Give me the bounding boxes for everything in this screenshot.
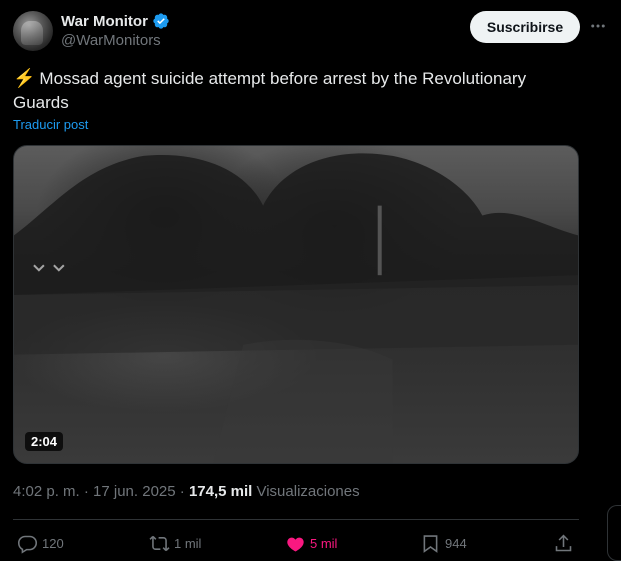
bookmark-icon — [423, 534, 438, 553]
action-bar: 120 1 mil 5 mil 944 — [13, 530, 579, 556]
name-row: War Monitor — [61, 12, 170, 30]
side-panel-edge — [607, 505, 621, 561]
tweet-header: War Monitor @WarMonitors Suscribirse — [13, 10, 608, 52]
reply-count: 120 — [42, 535, 64, 551]
views-count: 174,5 mil — [188, 483, 253, 500]
translate-post-link[interactable]: Traducir post — [13, 117, 88, 132]
display-name[interactable]: War Monitor — [61, 13, 148, 30]
heart-filled-icon — [287, 537, 304, 551]
repost-count: 1 mil — [174, 535, 202, 551]
reply-icon — [17, 535, 38, 554]
like-button[interactable]: 5 mil — [285, 530, 337, 556]
divider — [13, 519, 579, 520]
video-frame — [14, 153, 578, 463]
author-block: War Monitor @WarMonitors — [61, 12, 170, 49]
share-button[interactable] — [553, 530, 574, 556]
timestamp[interactable]: 4:02 p. m. · 17 jun. 2025 · — [13, 483, 189, 500]
like-count: 5 mil — [310, 535, 338, 551]
views-label: Visualizaciones — [252, 483, 360, 500]
tweet-body: Mossad agent suicide attempt before arre… — [13, 69, 527, 112]
more-options-icon[interactable] — [588, 16, 608, 36]
repost-button[interactable]: 1 mil — [149, 530, 201, 556]
reply-button[interactable]: 120 — [17, 530, 64, 556]
subscribe-button[interactable]: Suscribirse — [470, 11, 580, 43]
repost-icon — [149, 535, 170, 551]
video-player[interactable]: 2:04 — [13, 145, 579, 464]
bookmark-count: 944 — [445, 535, 467, 551]
bookmark-button[interactable]: 944 — [420, 530, 467, 556]
avatar[interactable] — [13, 11, 53, 51]
share-icon — [555, 534, 572, 551]
verified-badge-icon — [153, 13, 169, 29]
video-duration: 2:04 — [25, 432, 64, 451]
tweet-meta: 4:02 p. m. · 17 jun. 2025 · 174,5 mil Vi… — [13, 483, 360, 500]
tweet-text: ⚡ Mossad agent suicide attempt before arr… — [13, 66, 573, 115]
handle[interactable]: @WarMonitors — [61, 32, 170, 49]
lightning-emoji-icon: ⚡ — [13, 68, 36, 88]
